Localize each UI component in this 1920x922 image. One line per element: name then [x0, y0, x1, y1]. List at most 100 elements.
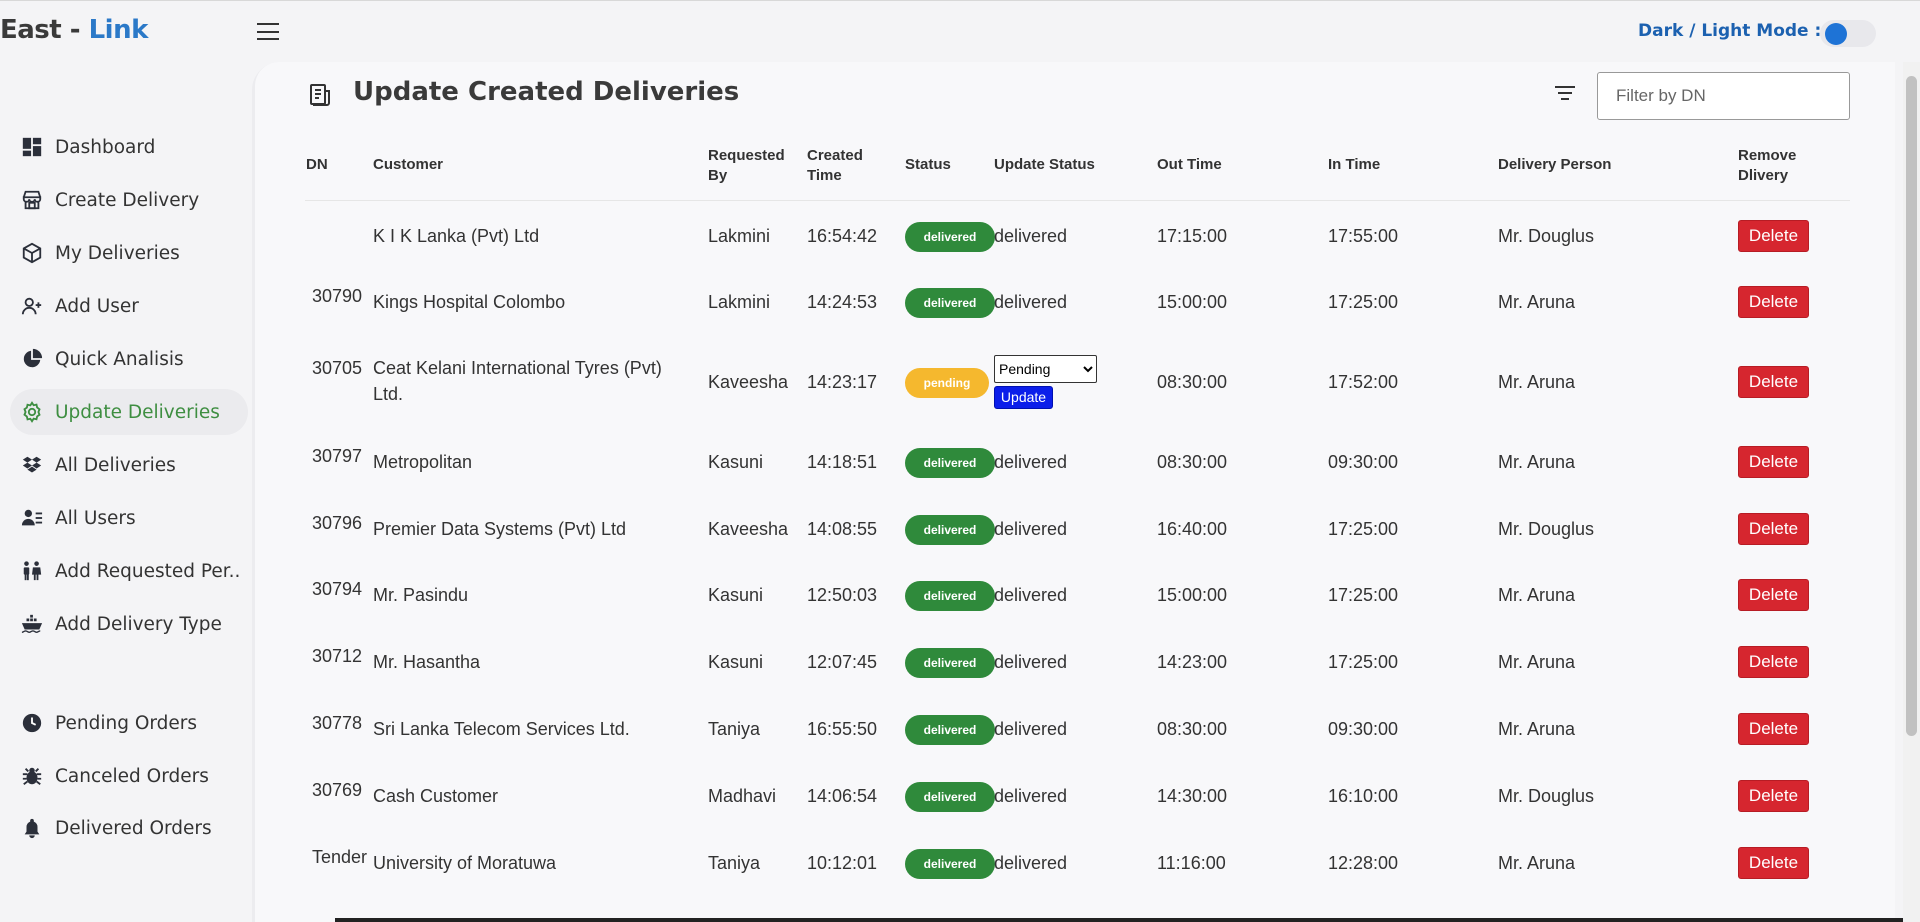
hamburger-menu-icon[interactable] — [257, 23, 279, 40]
cell-requested-by: Kasuni — [708, 585, 764, 605]
cell-dn: 30769 — [312, 780, 363, 800]
sidebar-item-canceled-orders[interactable]: Canceled Orders — [10, 753, 248, 799]
cell-created-time: 12:50:03 — [807, 585, 878, 605]
logo-text-link: Link — [88, 15, 149, 45]
sidebar-item-label: Canceled Orders — [55, 765, 209, 787]
page-scrollbar[interactable] — [1903, 62, 1920, 922]
update-status-select[interactable]: Pending — [994, 355, 1097, 383]
delete-button[interactable]: Delete — [1738, 446, 1809, 478]
cell-out-time: 16:40:00 — [1157, 519, 1228, 539]
pie-chart-icon — [20, 347, 44, 371]
filter-by-dn-input[interactable] — [1597, 72, 1850, 120]
sidebar-item-all-users[interactable]: All Users — [10, 495, 248, 541]
cell-in-time: 09:30:00 — [1328, 452, 1399, 472]
delete-button[interactable]: Delete — [1738, 646, 1809, 678]
sidebar-item-my-deliveries[interactable]: My Deliveries — [10, 230, 248, 276]
delete-button[interactable]: Delete — [1738, 579, 1809, 611]
delete-button[interactable]: Delete — [1738, 286, 1809, 318]
col-header-created-time-line1: Created — [807, 147, 863, 164]
cell-requested-by: Lakmini — [708, 292, 771, 312]
sidebar-item-label: Add Requested Per.. — [55, 560, 241, 582]
sidebar-item-create-delivery[interactable]: Create Delivery — [10, 177, 248, 223]
delete-button[interactable]: Delete — [1738, 847, 1809, 879]
filter-icon[interactable] — [1554, 86, 1576, 104]
cell-created-time: 10:12:01 — [807, 853, 878, 873]
cell-in-time: 17:25:00 — [1328, 652, 1399, 672]
status-badge: delivered — [905, 849, 995, 879]
cell-customer: Mr. Pasindu — [373, 585, 469, 605]
sidebar-item-add-user[interactable]: Add User — [10, 283, 248, 329]
sidebar-item-pending-orders[interactable]: Pending Orders — [10, 700, 248, 746]
sidebar-item-label: Quick Analisis — [55, 348, 184, 370]
cell-delivery-person: Mr. Aruna — [1498, 719, 1576, 739]
col-header-customer: Customer — [373, 156, 444, 173]
cell-delivery-person: Mr. Aruna — [1498, 372, 1576, 392]
sidebar-item-label: Add User — [55, 295, 139, 317]
cell-customer: Kings Hospital Colombo — [373, 292, 566, 312]
cell-out-time: 11:16:00 — [1157, 853, 1226, 873]
cell-created-time: 16:55:50 — [807, 719, 878, 739]
logo-text-east: East - — [0, 15, 89, 45]
sidebar: Dashboard Create Delivery My Deliveries Add… — [0, 62, 252, 922]
delete-button[interactable]: Delete — [1738, 220, 1809, 252]
delete-button[interactable]: Delete — [1738, 713, 1809, 745]
cell-requested-by: Kaveesha — [708, 519, 789, 539]
app-logo[interactable]: East - Link — [0, 15, 148, 45]
sidebar-item-label: Pending Orders — [55, 712, 198, 734]
cell-in-time: 17:52:00 — [1328, 372, 1399, 392]
cell-in-time: 09:30:00 — [1328, 719, 1399, 739]
cell-delivery-person: Mr. Aruna — [1498, 853, 1576, 873]
cell-dn: 30797 — [312, 446, 363, 466]
cell-customer: Premier Data Systems (Pvt) Ltd — [373, 519, 627, 539]
sidebar-item-delivered-orders[interactable]: Delivered Orders — [10, 805, 248, 851]
sidebar-item-update-deliveries[interactable]: Update Deliveries — [10, 389, 248, 435]
sidebar-item-dashboard[interactable]: Dashboard — [10, 124, 248, 170]
status-badge: delivered — [905, 222, 995, 252]
sidebar-item-quick-analisis[interactable]: Quick Analisis — [10, 336, 248, 382]
sidebar-item-add-requested-per[interactable]: Add Requested Per.. — [10, 548, 248, 594]
cell-created-time: 14:08:55 — [807, 519, 878, 539]
dashboard-icon — [20, 135, 44, 159]
cell-dn: 30712 — [312, 646, 363, 666]
delete-button[interactable]: Delete — [1738, 780, 1809, 812]
cell-delivery-person: Mr. Douglus — [1498, 786, 1595, 806]
table-header-divider — [305, 200, 1850, 201]
update-button[interactable]: Update — [994, 386, 1053, 409]
status-badge: delivered — [905, 648, 995, 678]
cell-update-status: delivered — [994, 652, 1068, 672]
cell-update-status: delivered — [994, 585, 1068, 605]
col-header-dn: DN — [306, 156, 328, 173]
cell-customer-line2: Ltd. — [373, 384, 404, 404]
cell-dn: 30778 — [312, 713, 363, 733]
sidebar-item-all-deliveries[interactable]: All Deliveries — [10, 442, 248, 488]
dark-mode-toggle[interactable] — [1820, 20, 1876, 47]
page-title: Update Created Deliveries — [353, 77, 740, 107]
cell-dn: 30794 — [312, 579, 363, 599]
cell-created-time: 14:06:54 — [807, 786, 878, 806]
scrollbar-thumb[interactable] — [1906, 76, 1917, 736]
sidebar-item-add-delivery-type[interactable]: Add Delivery Type — [10, 601, 248, 647]
col-header-remove-line1: Remove — [1738, 147, 1797, 164]
col-header-remove-delivery: Remove Dlivery — [1738, 146, 1796, 186]
user-plus-icon — [20, 294, 44, 318]
cell-dn: 30796 — [312, 513, 363, 533]
delete-button[interactable]: Delete — [1738, 366, 1809, 398]
status-badge: delivered — [905, 782, 995, 812]
cell-dn: 30790 — [312, 286, 363, 306]
status-badge: delivered — [905, 515, 995, 545]
cell-requested-by: Madhavi — [708, 786, 777, 806]
store-icon — [20, 188, 44, 212]
cell-customer: Ceat Kelani International Tyres (Pvt) — [373, 358, 662, 378]
main-content — [255, 62, 1895, 922]
cell-customer: Cash Customer — [373, 786, 499, 806]
cell-delivery-person: Mr. Aruna — [1498, 292, 1576, 312]
cell-customer: Metropolitan — [373, 452, 473, 472]
cell-delivery-person: Mr. Aruna — [1498, 652, 1576, 672]
cell-in-time: 17:25:00 — [1328, 585, 1399, 605]
delete-button[interactable]: Delete — [1738, 513, 1809, 545]
document-list-icon — [310, 84, 330, 106]
cell-delivery-person: Mr. Aruna — [1498, 585, 1576, 605]
cell-out-time: 15:00:00 — [1157, 585, 1228, 605]
cell-update-status: delivered — [994, 519, 1068, 539]
users-list-icon — [20, 506, 44, 530]
